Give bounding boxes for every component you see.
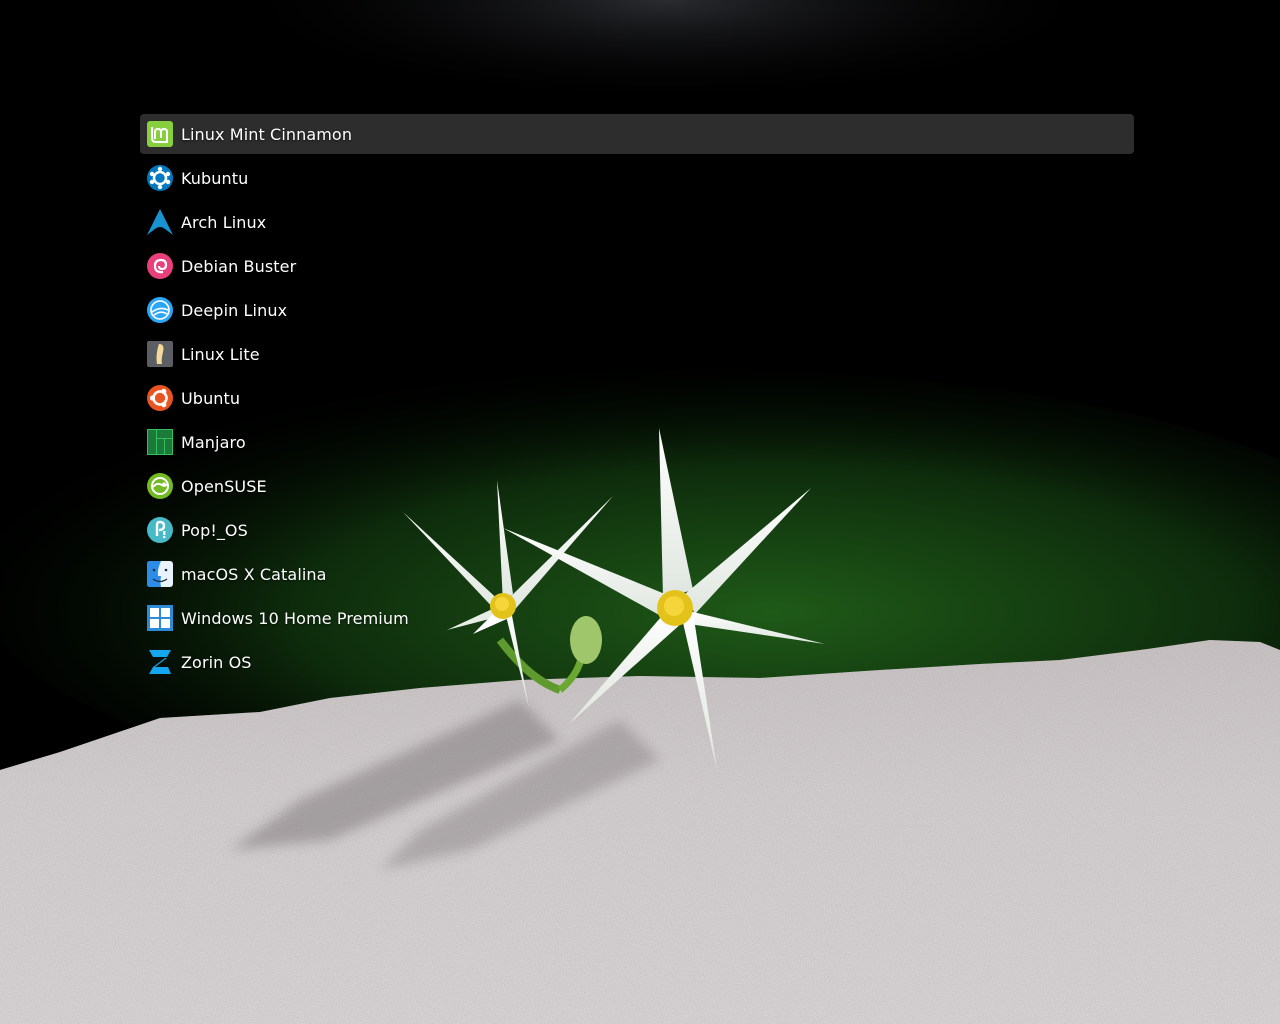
boot-entry-debian[interactable]: Debian Buster [140, 246, 1134, 286]
arch-linux-icon [146, 208, 174, 236]
ubuntu-icon [146, 384, 174, 412]
boot-entry-label: Windows 10 Home Premium [181, 608, 409, 628]
boot-entry-deepin[interactable]: Deepin Linux [140, 290, 1134, 330]
linux-lite-icon [146, 340, 174, 368]
boot-entry-label: Manjaro [181, 432, 246, 452]
boot-entry-macos-finder[interactable]: macOS X Catalina [140, 554, 1134, 594]
boot-entry-label: OpenSUSE [181, 476, 267, 496]
boot-entry-label: Linux Lite [181, 344, 260, 364]
debian-icon [146, 252, 174, 280]
boot-entry-kubuntu[interactable]: Kubuntu [140, 158, 1134, 198]
linux-mint-icon [146, 120, 174, 148]
boot-entry-label: Kubuntu [181, 168, 249, 188]
boot-entry-linux-lite[interactable]: Linux Lite [140, 334, 1134, 374]
boot-entry-zorin[interactable]: Zorin OS [140, 642, 1134, 682]
windows-icon [146, 604, 174, 632]
opensuse-icon [146, 472, 174, 500]
boot-entry-ubuntu[interactable]: Ubuntu [140, 378, 1134, 418]
pop-os-icon [146, 516, 174, 544]
zorin-icon [146, 648, 174, 676]
boot-entry-label: Ubuntu [181, 388, 241, 408]
macos-finder-icon [146, 560, 174, 588]
boot-entry-label: Arch Linux [181, 212, 267, 232]
boot-entry-linux-mint[interactable]: Linux Mint Cinnamon [140, 114, 1134, 154]
boot-entry-opensuse[interactable]: OpenSUSE [140, 466, 1134, 506]
boot-entry-label: Zorin OS [181, 652, 252, 672]
boot-entry-pop-os[interactable]: Pop!_OS [140, 510, 1134, 550]
boot-entry-label: Linux Mint Cinnamon [181, 124, 353, 144]
boot-entry-label: Pop!_OS [181, 520, 248, 540]
boot-entry-windows[interactable]: Windows 10 Home Premium [140, 598, 1134, 638]
manjaro-icon [146, 428, 174, 456]
boot-entry-manjaro[interactable]: Manjaro [140, 422, 1134, 462]
boot-entry-label: Deepin Linux [181, 300, 288, 320]
boot-menu: Linux Mint Cinnamon Kubuntu Arch Linux Debi… [140, 114, 1134, 686]
boot-entry-label: macOS X Catalina [181, 564, 327, 584]
deepin-icon [146, 296, 174, 324]
boot-entry-arch-linux[interactable]: Arch Linux [140, 202, 1134, 242]
boot-entry-label: Debian Buster [181, 256, 297, 276]
kubuntu-icon [146, 164, 174, 192]
